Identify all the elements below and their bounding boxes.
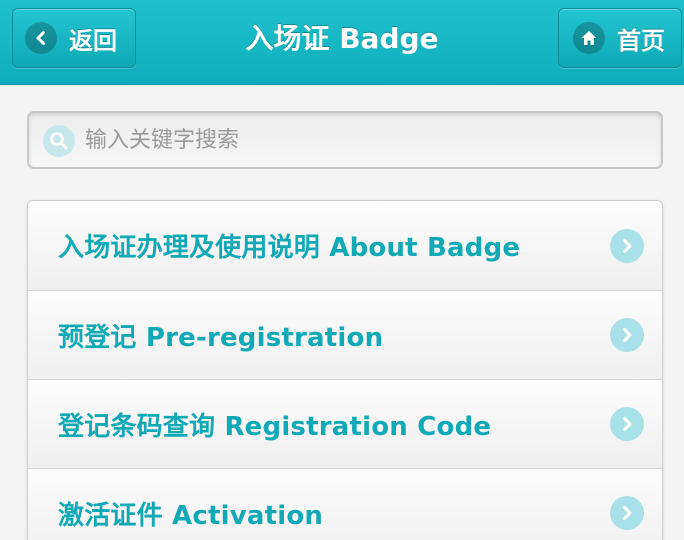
search-bar <box>27 111 663 169</box>
menu-item-about-badge[interactable]: 入场证办理及使用说明 About Badge <box>28 201 662 290</box>
search-input[interactable] <box>85 113 645 167</box>
menu-list: 入场证办理及使用说明 About Badge 预登记 Pre-registrat… <box>27 200 663 540</box>
home-button[interactable]: 首页 <box>558 8 682 68</box>
header-bar: 返回 入场证 Badge 首页 <box>0 0 684 85</box>
chevron-right-icon <box>610 318 644 352</box>
menu-item-registration-code[interactable]: 登记条码查询 Registration Code <box>28 379 662 468</box>
menu-item-pre-registration[interactable]: 预登记 Pre-registration <box>28 290 662 379</box>
menu-item-label: 登记条码查询 Registration Code <box>58 411 492 442</box>
search-icon <box>43 125 75 157</box>
menu-item-activation[interactable]: 激活证件 Activation <box>28 468 662 540</box>
app-screen: 返回 入场证 Badge 首页 入场证办理及使用说明 About Badge <box>0 0 684 540</box>
menu-item-label: 激活证件 Activation <box>58 500 324 531</box>
menu-item-label: 预登记 Pre-registration <box>58 322 384 353</box>
chevron-right-icon <box>610 496 644 530</box>
menu-item-label: 入场证办理及使用说明 About Badge <box>58 233 521 263</box>
chevron-right-icon <box>610 407 644 441</box>
home-icon <box>573 22 605 54</box>
chevron-right-icon <box>610 228 644 263</box>
home-button-label: 首页 <box>617 26 665 55</box>
